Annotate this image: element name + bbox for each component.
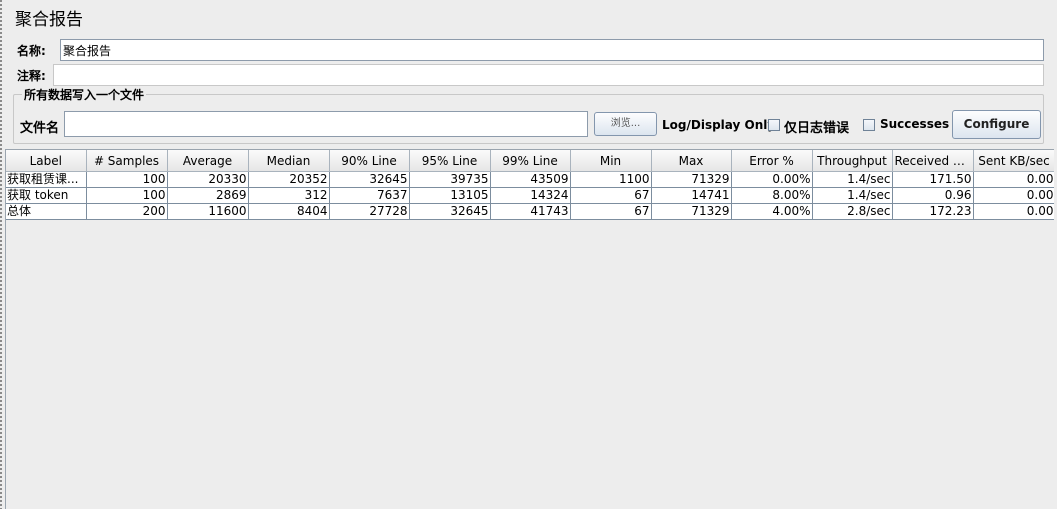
col-header-95-line[interactable]: 95% Line [409,150,491,172]
cell-90-line: 32645 [329,171,410,188]
cell-label: 获取租赁课... [6,171,87,188]
configure-button[interactable]: Configure [952,110,1041,139]
table-header-row: Label # Samples Average Median 90% Line … [6,150,1054,172]
col-header-error[interactable]: Error % [731,150,813,172]
cell-error: 0.00% [731,171,813,188]
write-to-file-group: 所有数据写入一个文件 文件名 浏览... Log/Display Only: 仅… [13,86,1044,144]
cell-90-line: 27728 [329,203,410,220]
errors-only-checkbox[interactable] [768,119,780,131]
successes-label[interactable]: Successes [880,117,949,131]
log-display-label: Log/Display Only: [662,118,780,132]
cell-99-line: 43509 [490,171,571,188]
cell-throughput: 2.8/sec [812,203,893,220]
table-row[interactable]: 获取 token 100 2869 312 7637 13105 14324 6… [6,187,1054,204]
cell-received-kb: 171.50 [892,171,974,188]
cell-throughput: 1.4/sec [812,187,893,204]
cell-95-line: 32645 [409,203,491,220]
cell-min: 67 [570,187,652,204]
cell-min: 67 [570,203,652,220]
cell-received-kb: 0.96 [892,187,974,204]
cell-min: 1100 [570,171,652,188]
col-header-sent-kb[interactable]: Sent KB/sec [973,150,1054,172]
cell-95-line: 39735 [409,171,491,188]
col-header-99-line[interactable]: 99% Line [490,150,571,172]
filename-label: 文件名 [20,121,60,136]
name-input[interactable] [60,39,1044,61]
col-header-throughput[interactable]: Throughput [812,150,893,172]
col-header-label[interactable]: Label [6,150,87,172]
results-table: Label # Samples Average Median 90% Line … [6,150,1054,220]
col-header-median[interactable]: Median [248,150,330,172]
comment-row: 注释: [13,64,1044,86]
cell-99-line: 41743 [490,203,571,220]
table-row[interactable]: 总体 200 11600 8404 27728 32645 41743 67 7… [6,203,1054,220]
errors-only-label[interactable]: 仅日志错误 [784,117,849,136]
col-header-90-line[interactable]: 90% Line [329,150,410,172]
cell-median: 8404 [248,203,330,220]
cell-label: 获取 token [6,187,87,204]
successes-checkbox[interactable] [863,119,875,131]
cell-samples: 100 [86,187,168,204]
cell-label: 总体 [6,203,87,220]
cell-95-line: 13105 [409,187,491,204]
cell-received-kb: 172.23 [892,203,974,220]
col-header-samples[interactable]: # Samples [86,150,168,172]
comment-input[interactable] [53,64,1044,86]
col-header-min[interactable]: Min [570,150,652,172]
cell-max: 71329 [651,171,732,188]
col-header-average[interactable]: Average [167,150,249,172]
cell-max: 14741 [651,187,732,204]
cell-error: 4.00% [731,203,813,220]
cell-average: 2869 [167,187,249,204]
cell-throughput: 1.4/sec [812,171,893,188]
cell-sent-kb: 0.00 [973,171,1054,188]
cell-max: 71329 [651,203,732,220]
panel-left-border [0,0,2,509]
panel-title: 聚合报告 [15,10,83,30]
cell-median: 312 [248,187,330,204]
cell-samples: 100 [86,171,168,188]
browse-button[interactable]: 浏览... [594,112,657,136]
filename-input[interactable] [64,111,588,137]
results-table-area[interactable]: Label # Samples Average Median 90% Line … [5,149,1054,509]
cell-99-line: 14324 [490,187,571,204]
name-row: 名称: [13,39,1044,61]
col-header-received-kb[interactable]: Received KB... [892,150,974,172]
col-header-max[interactable]: Max [651,150,732,172]
cell-error: 8.00% [731,187,813,204]
name-label: 名称: [17,44,46,58]
cell-average: 11600 [167,203,249,220]
write-to-file-title: 所有数据写入一个文件 [22,86,147,103]
comment-label: 注释: [17,69,46,83]
cell-average: 20330 [167,171,249,188]
table-row[interactable]: 获取租赁课... 100 20330 20352 32645 39735 435… [6,171,1054,188]
cell-90-line: 7637 [329,187,410,204]
cell-samples: 200 [86,203,168,220]
cell-sent-kb: 0.00 [973,203,1054,220]
cell-sent-kb: 0.00 [973,187,1054,204]
cell-median: 20352 [248,171,330,188]
